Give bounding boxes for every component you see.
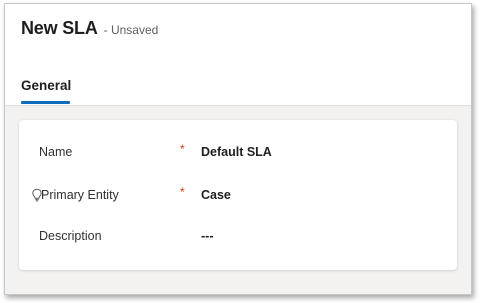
general-section-card: Name * Default SLA Primary Entity * Case… — [19, 120, 457, 270]
field-description-label: Description — [39, 229, 102, 243]
tab-general-label: General — [21, 78, 72, 93]
field-primary-entity-value[interactable]: Case — [201, 188, 231, 202]
form-body: Name * Default SLA Primary Entity * Case… — [5, 106, 471, 294]
required-indicator: * — [180, 185, 185, 199]
form-title: New SLA — [21, 18, 98, 38]
field-name: Name * Default SLA — [19, 142, 457, 164]
sla-form-window: New SLA - Unsaved General Name * Default… — [4, 3, 472, 295]
field-description: Description --- — [19, 226, 457, 248]
form-header: New SLA - Unsaved General — [5, 4, 471, 106]
title-row: New SLA - Unsaved — [21, 18, 158, 39]
field-primary-entity: Primary Entity * Case — [19, 185, 457, 207]
field-name-label: Name — [39, 145, 73, 159]
save-status: - Unsaved — [103, 23, 159, 37]
field-name-value[interactable]: Default SLA — [201, 145, 272, 159]
field-description-value[interactable]: --- — [201, 229, 214, 243]
field-primary-entity-label: Primary Entity — [41, 188, 119, 202]
required-indicator: * — [180, 142, 185, 156]
tab-selected-indicator — [21, 101, 70, 104]
tab-general[interactable]: General — [21, 77, 72, 104]
